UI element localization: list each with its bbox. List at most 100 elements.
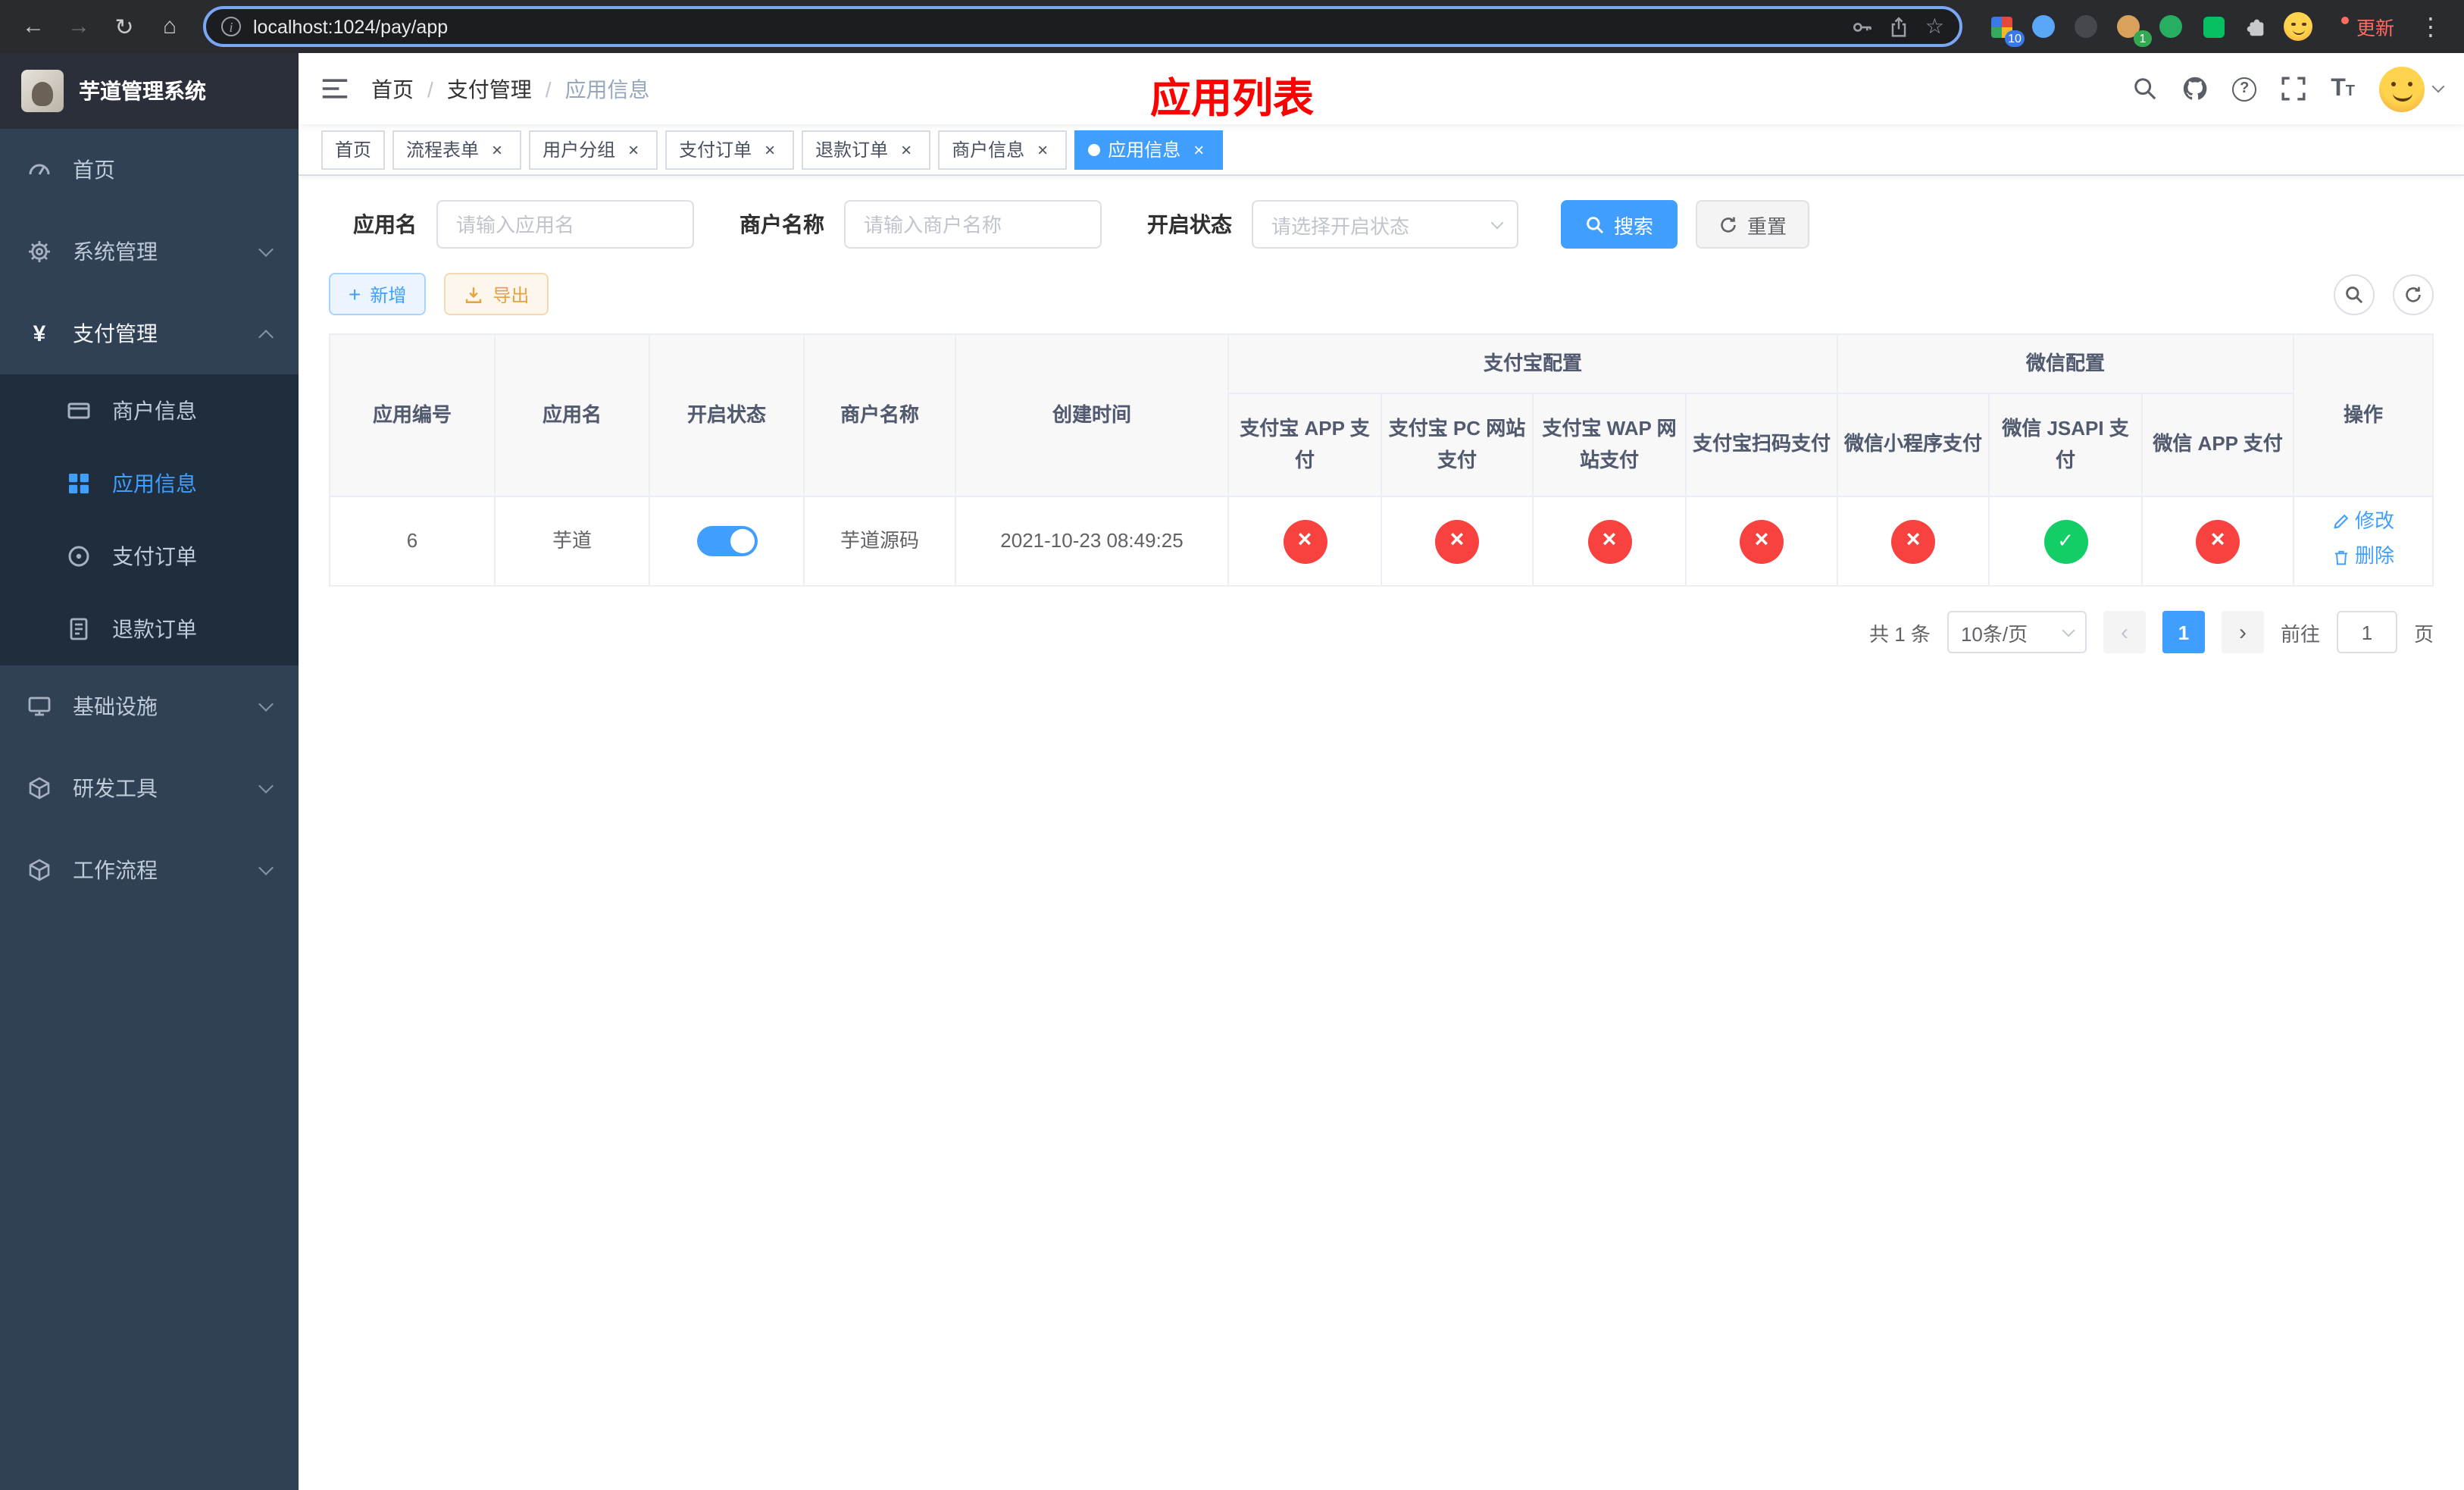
sidebar-toggle-button[interactable] bbox=[299, 53, 371, 124]
dashboard-icon bbox=[27, 158, 52, 182]
column-header-actions: 操作 bbox=[2293, 333, 2434, 497]
site-info-icon[interactable] bbox=[221, 17, 241, 36]
add-button[interactable]: 新增 bbox=[329, 273, 427, 315]
edit-link[interactable]: 修改 bbox=[2332, 506, 2394, 538]
export-button[interactable]: 导出 bbox=[444, 273, 549, 315]
kebab-menu-icon bbox=[2419, 11, 2443, 42]
fullscreen-icon[interactable] bbox=[2281, 76, 2306, 102]
breadcrumb-payment[interactable]: 支付管理 bbox=[447, 74, 532, 104]
sidebar-menu: 首页 系统管理 支付管理 商户信息 bbox=[0, 129, 299, 1490]
sidebar-item-refund-orders[interactable]: 退款订单 bbox=[0, 593, 299, 665]
search-toggle-button[interactable] bbox=[2334, 274, 2375, 315]
next-page-button[interactable] bbox=[2221, 611, 2264, 654]
refresh-icon bbox=[1721, 216, 1736, 232]
browser-menu-button[interactable] bbox=[2409, 5, 2452, 48]
close-tab-icon[interactable] bbox=[759, 139, 780, 160]
search-button[interactable]: 搜索 bbox=[1561, 200, 1678, 249]
update-label: 更新 bbox=[2356, 18, 2394, 39]
refresh-button[interactable] bbox=[2393, 274, 2434, 315]
search-button-label: 搜索 bbox=[1614, 214, 1654, 237]
browser-reload-button[interactable] bbox=[103, 5, 145, 48]
payment-submenu: 商户信息 应用信息 支付订单 退款订单 bbox=[0, 374, 299, 665]
browser-update-button[interactable]: 更新 bbox=[2329, 12, 2406, 41]
extension-chat-icon[interactable] bbox=[2199, 11, 2229, 42]
close-tab-icon[interactable] bbox=[486, 139, 508, 160]
close-tab-icon[interactable] bbox=[1188, 139, 1209, 160]
chevron-down-icon bbox=[258, 859, 274, 875]
browser-back-button[interactable] bbox=[12, 5, 55, 48]
extension-green-circle-icon[interactable] bbox=[2156, 11, 2187, 42]
close-tab-icon[interactable] bbox=[896, 139, 917, 160]
sidebar-item-workflow[interactable]: 工作流程 bbox=[0, 829, 299, 911]
app-grid-icon bbox=[67, 471, 91, 496]
goto-label: 前往 bbox=[2280, 622, 2320, 646]
tab-app-info[interactable]: 应用信息 bbox=[1074, 130, 1224, 169]
chevron-down-icon bbox=[1490, 215, 1504, 229]
extension-profile-icon[interactable]: 1 bbox=[2114, 11, 2152, 46]
export-button-label: 导出 bbox=[492, 284, 530, 305]
trash-icon bbox=[2334, 550, 2348, 565]
reload-icon bbox=[114, 13, 133, 40]
sidebar-logo[interactable]: 芋道管理系统 bbox=[0, 53, 299, 129]
sidebar-item-label: 工作流程 bbox=[73, 858, 158, 882]
extension-dark-icon[interactable] bbox=[2072, 11, 2102, 42]
tab-user-group[interactable]: 用户分组 bbox=[529, 130, 658, 169]
share-icon[interactable] bbox=[1889, 16, 1910, 37]
close-tab-icon[interactable] bbox=[1032, 139, 1053, 160]
sidebar-item-payment[interactable]: 支付管理 bbox=[0, 293, 299, 374]
breadcrumb-current: 应用信息 bbox=[564, 77, 650, 101]
page-content: 应用名 商户名称 开启状态 请选择开启状态 搜索 重置 bbox=[299, 176, 2464, 1490]
refund-doc-icon bbox=[67, 617, 91, 641]
reset-button[interactable]: 重置 bbox=[1696, 200, 1810, 249]
edit-pencil-icon bbox=[2334, 515, 2349, 530]
current-page[interactable]: 1 bbox=[2162, 611, 2205, 654]
extension-grid-icon[interactable]: 10 bbox=[1987, 11, 2025, 46]
profile-count-badge: 1 bbox=[2133, 30, 2152, 46]
close-tab-icon[interactable] bbox=[623, 139, 644, 160]
github-icon[interactable] bbox=[2182, 76, 2208, 102]
sidebar-item-merchant-info[interactable]: 商户信息 bbox=[0, 374, 299, 447]
delete-link[interactable]: 删除 bbox=[2332, 541, 2394, 573]
caret-down-icon bbox=[2431, 80, 2445, 93]
status-select[interactable]: 请选择开启状态 bbox=[1252, 200, 1518, 249]
prev-page-button[interactable] bbox=[2103, 611, 2146, 654]
sidebar-item-infrastructure[interactable]: 基础设施 bbox=[0, 665, 299, 747]
tags-view: 首页 流程表单 用户分组 支付订单 退款订单 商户信息 应用信息 bbox=[299, 124, 2464, 176]
bookmark-star-icon[interactable] bbox=[1925, 13, 1944, 40]
tab-label: 商户信息 bbox=[952, 139, 1025, 161]
extensions-puzzle-icon[interactable] bbox=[2241, 11, 2272, 42]
breadcrumb-home[interactable]: 首页 bbox=[371, 74, 414, 104]
app-name-input[interactable] bbox=[436, 200, 694, 249]
tab-merchant-info[interactable]: 商户信息 bbox=[938, 130, 1068, 169]
status-toggle[interactable] bbox=[696, 526, 757, 557]
sidebar-item-app-info[interactable]: 应用信息 bbox=[0, 447, 299, 520]
sidebar-item-payment-orders[interactable]: 支付订单 bbox=[0, 520, 299, 593]
tab-refund-orders[interactable]: 退款订单 bbox=[802, 130, 931, 169]
browser-avatar[interactable] bbox=[2284, 11, 2314, 42]
address-bar[interactable]: localhost:1024/pay/app bbox=[203, 6, 1962, 47]
browser-home-button[interactable] bbox=[149, 5, 191, 48]
extension-count-badge: 10 bbox=[2005, 30, 2025, 46]
sidebar-item-dev-tools[interactable]: 研发工具 bbox=[0, 747, 299, 829]
goto-page-input[interactable] bbox=[2336, 611, 2397, 654]
tab-home[interactable]: 首页 bbox=[321, 130, 386, 169]
sidebar-item-system[interactable]: 系统管理 bbox=[0, 211, 299, 293]
extension-drop-icon[interactable] bbox=[2029, 11, 2059, 42]
column-header-alipay-pc: 支付宝 PC 网站支付 bbox=[1381, 393, 1534, 497]
font-size-icon[interactable] bbox=[2331, 75, 2355, 102]
browser-forward-button[interactable] bbox=[58, 5, 100, 48]
page-size-select[interactable]: 10条/页 bbox=[1946, 611, 2087, 654]
user-avatar[interactable] bbox=[2379, 66, 2445, 111]
sidebar-item-home[interactable]: 首页 bbox=[0, 129, 299, 211]
tab-payment-orders[interactable]: 支付订单 bbox=[665, 130, 795, 169]
page-title: 应用列表 bbox=[1150, 76, 1314, 121]
monitor-icon bbox=[27, 694, 52, 718]
password-key-icon[interactable] bbox=[1853, 16, 1874, 37]
search-icon[interactable] bbox=[2132, 76, 2158, 102]
delete-link-label: 删除 bbox=[2355, 544, 2395, 568]
tab-process-form[interactable]: 流程表单 bbox=[392, 130, 522, 169]
home-icon bbox=[163, 14, 177, 39]
column-header-status: 开启状态 bbox=[649, 333, 805, 497]
merchant-name-input[interactable] bbox=[844, 200, 1102, 249]
help-icon[interactable] bbox=[2232, 77, 2257, 101]
